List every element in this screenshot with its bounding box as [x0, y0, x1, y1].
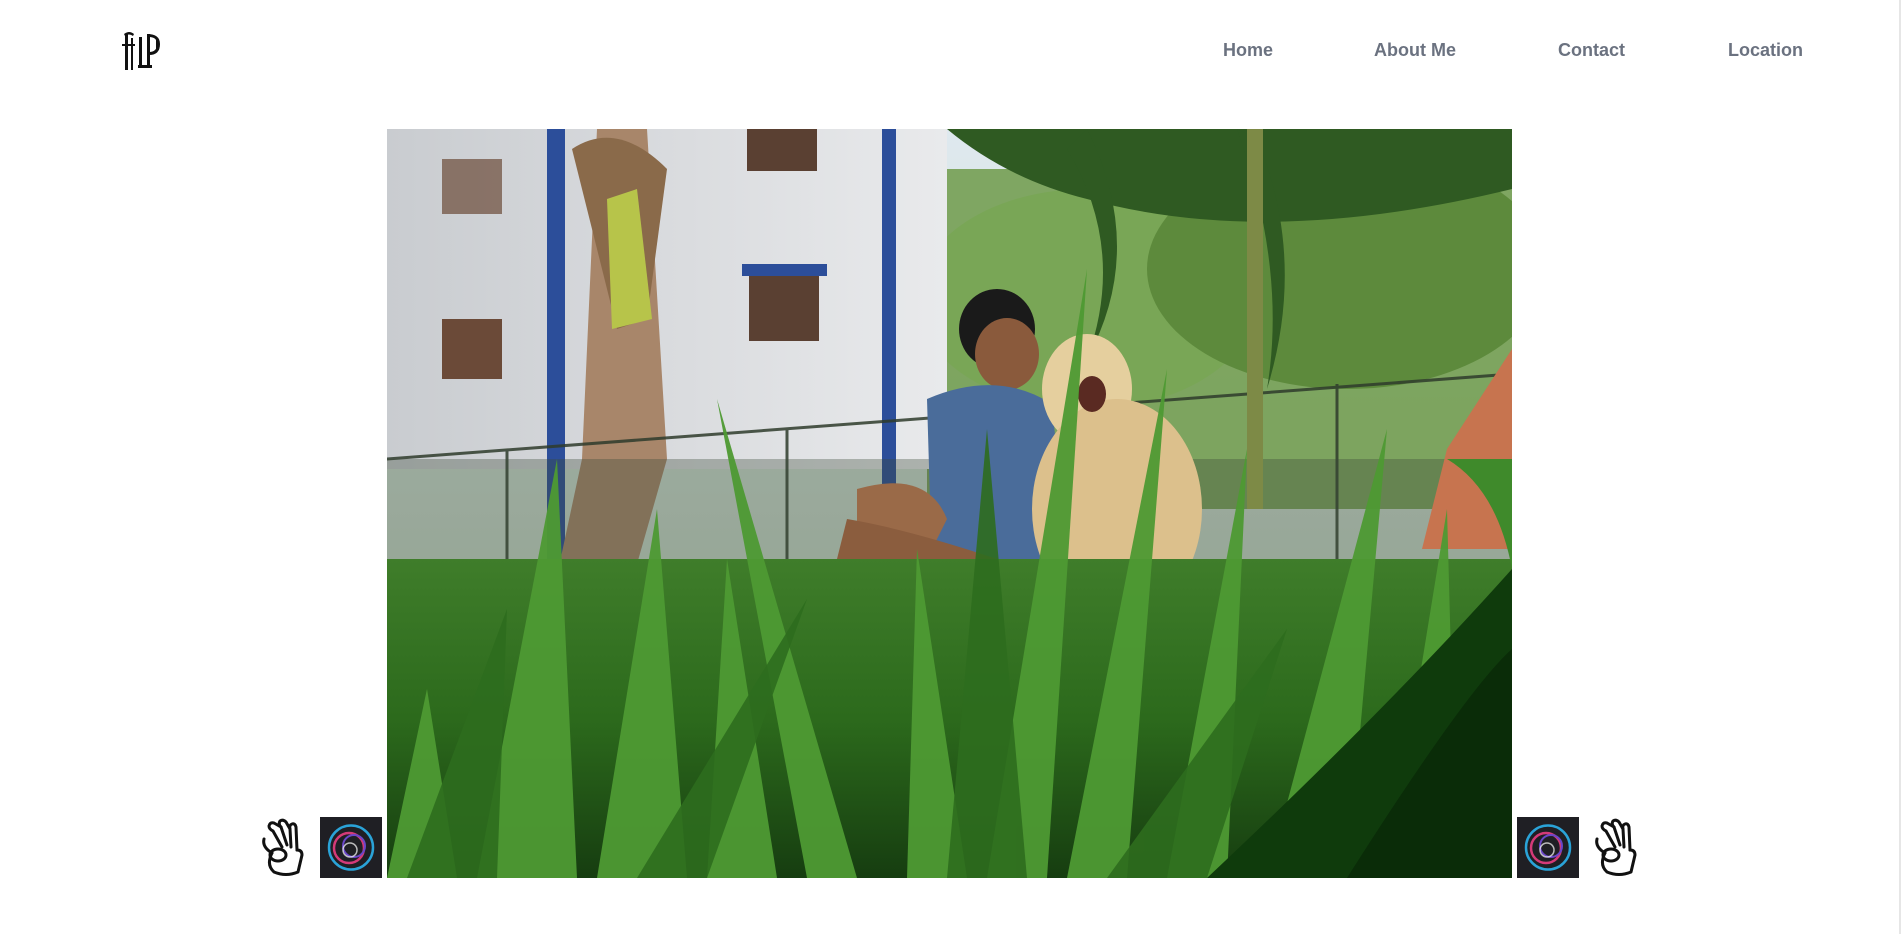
nav-home[interactable]: Home	[1223, 40, 1273, 61]
nav-contact[interactable]: Contact	[1558, 40, 1625, 61]
nav-location[interactable]: Location	[1728, 40, 1803, 61]
hero-photo	[387, 129, 1512, 878]
left-orb-tile	[320, 817, 382, 878]
right-ok-hand-tile	[1585, 817, 1647, 878]
right-orb-tile	[1517, 817, 1579, 878]
left-ok-hand-tile	[252, 817, 314, 878]
ok-hand-icon	[1595, 818, 1637, 876]
main-nav: Home About Me Contact Location	[0, 40, 1901, 64]
nav-about-me[interactable]: About Me	[1374, 40, 1456, 61]
ok-hand-icon	[262, 818, 304, 876]
swirl-orb-icon	[327, 824, 375, 871]
swirl-orb-icon	[1524, 824, 1572, 871]
site-header: Home About Me Contact Location	[0, 0, 1901, 105]
